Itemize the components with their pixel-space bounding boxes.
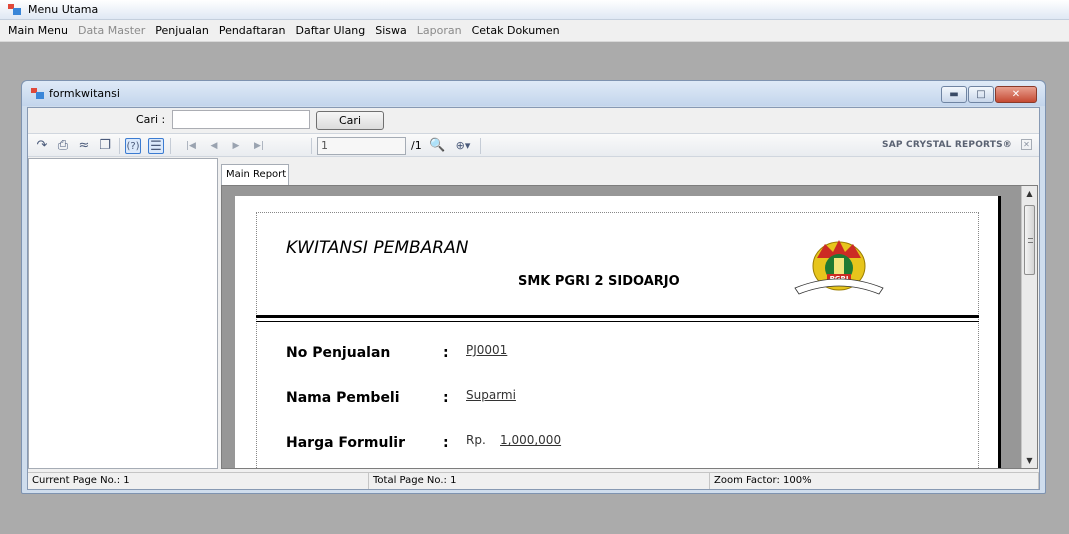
group-tree-toggle-icon[interactable]: ☰ [148,138,164,154]
maximize-icon: □ [976,89,986,100]
minimize-button[interactable]: ▬ [941,86,967,103]
field-value: Suparmi [466,388,516,402]
find-icon[interactable]: 🔍 [429,138,445,154]
field-colon: : [443,345,449,361]
maximize-button[interactable]: □ [968,86,994,103]
scrollbar-thumb[interactable] [1024,205,1035,275]
window-controls: ▬ □ ✕ [940,86,1037,103]
menu-item-daftar-ulang[interactable]: Daftar Ulang [296,24,374,37]
page-number-input[interactable]: 1 [317,137,406,155]
close-button[interactable]: ✕ [995,86,1037,103]
status-current-page: Current Page No.: 1 [28,473,369,489]
search-label: Cari : [136,113,166,126]
menu-item-data-master[interactable]: Data Master [78,24,153,37]
main-window-title: Menu Utama [28,3,99,16]
row-nama-pembeli: Nama Pembeli : Suparmi [286,388,806,410]
help-icon[interactable]: (?) [125,138,141,154]
search-button[interactable]: Cari [316,111,384,130]
copy-icon[interactable]: ❐ [97,138,113,154]
toolbar-separator [480,138,481,154]
scroll-up-icon[interactable]: ▲ [1022,186,1037,201]
toolbar-separator [170,138,171,154]
app-icon [8,4,21,15]
main-window-titlebar: Menu Utama [0,0,1069,20]
status-zoom-factor: Zoom Factor: 100% [710,473,1039,489]
toolbar-separator [119,138,120,154]
child-window-formkwitansi: formkwitansi ▬ □ ✕ Cari : Cari ↷ ⎙ ≈ ❐ (… [21,80,1046,494]
report-school-name: SMK PGRI 2 SIDOARJO [518,274,680,289]
search-row: Cari : Cari [28,108,1039,132]
menu-item-laporan[interactable]: Laporan [417,24,470,37]
status-bar: Current Page No.: 1 Total Page No.: 1 Zo… [28,472,1039,489]
menu-item-siswa[interactable]: Siswa [375,24,415,37]
row-no-penjualan: No Penjualan : PJ0001 [286,343,806,365]
print-icon[interactable]: ⎙ [55,138,71,154]
header-rule-thin [256,321,979,322]
close-icon: ✕ [1011,89,1021,100]
next-page-icon[interactable]: ▶ [228,138,244,154]
form-client-area: Cari : Cari ↷ ⎙ ≈ ❐ (?) ☰ |◀ ◀ ▶ ▶| 1 /1… [27,107,1040,490]
search-input[interactable] [172,110,310,129]
row-harga-formulir: Harga Formulir : Rp. 1,000,000 [286,433,806,455]
menu-item-penjualan[interactable]: Penjualan [155,24,217,37]
previous-page-icon[interactable]: ◀ [206,138,222,154]
tab-main-report[interactable]: Main Report [221,164,289,185]
page-total-label: /1 [411,139,422,152]
field-value: 1,000,000 [500,433,562,447]
report-title: KWITANSI PEMBARAN [286,238,469,258]
first-page-icon[interactable]: |◀ [183,138,199,154]
menu-item-main-menu[interactable]: Main Menu [8,24,76,37]
form-icon [31,88,44,99]
group-tree-panel[interactable] [28,158,218,469]
menu-item-cetak-dokumen[interactable]: Cetak Dokumen [472,24,568,37]
last-page-icon[interactable]: ▶| [251,138,267,154]
scroll-down-icon[interactable]: ▼ [1022,453,1037,468]
scroll-grip-icon [1028,238,1033,243]
currency-prefix: Rp. [466,433,486,447]
report-page: KWITANSI PEMBARAN SMK PGRI 2 SIDOARJO PG… [235,196,1001,468]
export-icon[interactable]: ↷ [34,138,50,154]
refresh-icon[interactable]: ≈ [76,138,92,154]
field-label: Harga Formulir [286,435,405,451]
menu-bar: Main Menu Data Master Penjualan Pendafta… [0,20,1069,42]
field-label: Nama Pembeli [286,390,400,406]
minimize-icon: ▬ [949,89,959,100]
child-window-titlebar[interactable]: formkwitansi ▬ □ ✕ [22,81,1045,106]
field-colon: : [443,390,449,406]
child-window-title: formkwitansi [49,87,120,100]
field-label: No Penjualan [286,345,391,361]
report-viewer-toolbar: ↷ ⎙ ≈ ❐ (?) ☰ |◀ ◀ ▶ ▶| 1 /1 🔍 ⊕▾ SAP CR… [28,133,1039,157]
sap-crystal-reports-logo: SAP CRYSTAL REPORTS® [882,140,1012,150]
vertical-scrollbar[interactable]: ▲ ▼ [1021,186,1037,468]
toolbar-separator [311,138,312,154]
pgri-logo: PGRI [794,240,884,295]
menu-item-pendaftaran[interactable]: Pendaftaran [219,24,294,37]
close-toolbar-icon[interactable]: ✕ [1021,139,1032,150]
field-colon: : [443,435,449,451]
report-preview-area[interactable]: KWITANSI PEMBARAN SMK PGRI 2 SIDOARJO PG… [221,185,1038,469]
field-value: PJ0001 [466,343,508,357]
zoom-icon[interactable]: ⊕▾ [451,138,475,154]
header-rule-thick [256,315,979,318]
status-total-page: Total Page No.: 1 [369,473,710,489]
